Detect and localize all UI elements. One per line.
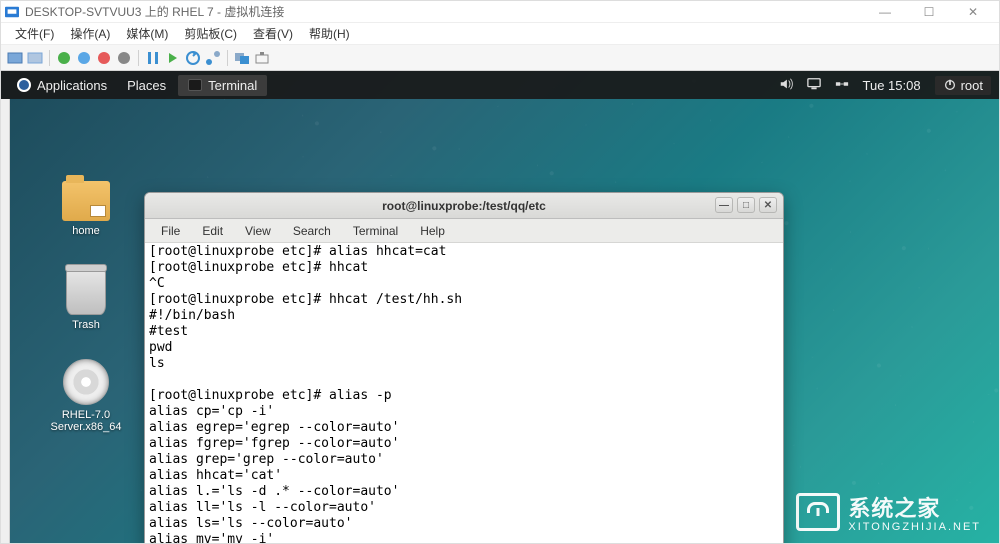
vm-toolbar (1, 45, 999, 71)
minimize-button[interactable]: — (863, 1, 907, 23)
vm-menu-media[interactable]: 媒体(M) (120, 23, 174, 44)
desktop-icon-trash-label: Trash (41, 319, 131, 331)
toolbar-icon[interactable] (27, 50, 43, 66)
vm-connection-window: DESKTOP-SVTVUU3 上的 RHEL 7 - 虚拟机连接 — ☐ ✕ … (0, 0, 1000, 544)
maximize-button[interactable]: ☐ (907, 1, 951, 23)
terminal-task-icon (188, 79, 202, 91)
home-folder-icon (62, 181, 110, 221)
trash-icon (66, 269, 106, 315)
turnoff-icon[interactable] (76, 50, 92, 66)
vm-menubar: 文件(F) 操作(A) 媒体(M) 剪贴板(C) 查看(V) 帮助(H) (1, 23, 999, 45)
distro-logo-icon (17, 78, 31, 92)
power-icon (943, 78, 957, 92)
vm-titlebar[interactable]: DESKTOP-SVTVUU3 上的 RHEL 7 - 虚拟机连接 — ☐ ✕ (1, 1, 999, 23)
terminal-menu-view[interactable]: View (235, 222, 281, 240)
terminal-window-controls: — □ ✕ (715, 197, 777, 213)
enhanced-session-icon[interactable] (234, 50, 250, 66)
start-icon[interactable] (56, 50, 72, 66)
vm-title-text: DESKTOP-SVTVUU3 上的 RHEL 7 - 虚拟机连接 (25, 3, 863, 20)
volume-icon[interactable] (779, 77, 793, 94)
vm-menu-file[interactable]: 文件(F) (9, 23, 60, 44)
clock[interactable]: Tue 15:08 (863, 78, 921, 93)
terminal-content[interactable]: [root@linuxprobe etc]# alias hhcat=cat [… (145, 243, 783, 543)
desktop-icon-home[interactable]: home (41, 181, 131, 237)
vm-menu-clipboard[interactable]: 剪贴板(C) (178, 23, 243, 44)
reset-icon[interactable] (165, 50, 181, 66)
ctrl-alt-del-icon[interactable] (7, 50, 23, 66)
background-window-edge (1, 99, 10, 543)
network-icon[interactable] (835, 77, 849, 94)
system-tray: Tue 15:08 root (779, 76, 991, 95)
shutdown-icon[interactable] (96, 50, 112, 66)
revert-icon[interactable] (205, 50, 221, 66)
terminal-menu-help[interactable]: Help (410, 222, 455, 240)
toolbar-separator (227, 50, 228, 66)
vm-menu-view[interactable]: 查看(V) (247, 23, 299, 44)
guest-desktop[interactable]: Applications Places Terminal Tue 15:08 r… (1, 71, 999, 543)
display-icon[interactable] (807, 77, 821, 94)
toolbar-separator (49, 50, 50, 66)
disc-icon (63, 359, 109, 405)
terminal-menu-file[interactable]: File (151, 222, 190, 240)
vm-app-icon (5, 5, 19, 19)
places-label: Places (127, 78, 166, 93)
terminal-title-text: root@linuxprobe:/test/qq/etc (382, 199, 546, 213)
desktop-icon-trash[interactable]: Trash (41, 269, 131, 331)
places-menu[interactable]: Places (115, 78, 178, 93)
checkpoint-icon[interactable] (185, 50, 201, 66)
taskbar-terminal[interactable]: Terminal (178, 75, 267, 96)
watermark-brand: 系统之家 (848, 496, 940, 521)
watermark-url: XITONGZHIJIA.NET (848, 521, 981, 533)
terminal-menu-terminal[interactable]: Terminal (343, 222, 408, 240)
share-icon[interactable] (254, 50, 270, 66)
terminal-close-button[interactable]: ✕ (759, 197, 777, 213)
watermark-logo-icon (796, 493, 840, 531)
desktop-icon-media-label: RHEL-7.0 Server.x86_64 (41, 409, 131, 433)
toolbar-separator (138, 50, 139, 66)
gnome-top-bar: Applications Places Terminal Tue 15:08 r… (1, 71, 999, 99)
close-button[interactable]: ✕ (951, 1, 995, 23)
terminal-minimize-button[interactable]: — (715, 197, 733, 213)
desktop-icon-media[interactable]: RHEL-7.0 Server.x86_64 (41, 359, 131, 433)
taskbar-terminal-label: Terminal (208, 78, 257, 93)
terminal-menu-search[interactable]: Search (283, 222, 341, 240)
user-label: root (961, 78, 983, 93)
vm-menu-help[interactable]: 帮助(H) (303, 23, 356, 44)
watermark: 系统之家 XITONGZHIJIA.NET (796, 491, 981, 533)
terminal-titlebar[interactable]: root@linuxprobe:/test/qq/etc — □ ✕ (145, 193, 783, 219)
terminal-maximize-button[interactable]: □ (737, 197, 755, 213)
desktop-icon-home-label: home (41, 225, 131, 237)
save-icon[interactable] (116, 50, 132, 66)
applications-label: Applications (37, 78, 107, 93)
terminal-menu-edit[interactable]: Edit (192, 222, 233, 240)
pause-icon[interactable] (145, 50, 161, 66)
applications-menu[interactable]: Applications (9, 78, 115, 93)
terminal-window[interactable]: root@linuxprobe:/test/qq/etc — □ ✕ File … (144, 192, 784, 543)
user-menu[interactable]: root (935, 76, 991, 95)
terminal-menubar: File Edit View Search Terminal Help (145, 219, 783, 243)
vm-menu-action[interactable]: 操作(A) (64, 23, 116, 44)
window-controls: — ☐ ✕ (863, 1, 995, 23)
